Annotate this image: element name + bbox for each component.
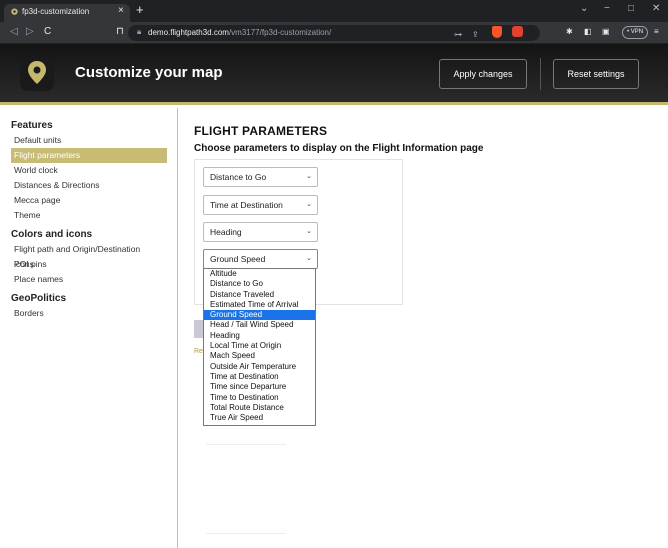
- sidebar-item-theme[interactable]: Theme: [0, 208, 156, 223]
- dropdown-option[interactable]: Time to Destination: [204, 393, 315, 403]
- sidebar: Features Default units Flight parameters…: [0, 108, 178, 548]
- dropdown-option-highlighted[interactable]: Ground Speed: [204, 310, 315, 321]
- back-icon[interactable]: ◁: [10, 26, 18, 37]
- select-value: Heading: [210, 227, 242, 237]
- map-pin-icon: [28, 61, 46, 84]
- sidebar-item-flight-path-icons[interactable]: Flight path and Origin/Destination icons: [0, 242, 156, 269]
- chevron-down-icon[interactable]: ⌄: [580, 3, 588, 14]
- forward-icon[interactable]: ▷: [26, 26, 34, 37]
- sidebar-item-place-names[interactable]: Place names: [0, 272, 156, 287]
- sidebar-item-borders[interactable]: Borders: [0, 306, 156, 321]
- parameter-select-2[interactable]: Time at Destination ⌄: [203, 195, 318, 215]
- sidebar-item-distances-directions[interactable]: Distances & Directions: [0, 178, 156, 193]
- divider: [206, 444, 286, 445]
- app-header: Customize your map Apply changes Reset s…: [0, 44, 668, 105]
- brave-shield-icon[interactable]: [492, 26, 502, 38]
- chevron-down-icon: ⌄: [306, 255, 312, 262]
- url-domain: demo.flightpath3d.com: [148, 28, 229, 37]
- header-divider: [540, 58, 541, 90]
- browser-tab[interactable]: fp3d-customization ×: [4, 4, 130, 22]
- dropdown-option[interactable]: Heading: [204, 331, 315, 341]
- sidebar-item-poi-pins[interactable]: POI pins: [0, 257, 156, 272]
- url-path: /vm3177/fp3d-customization/: [228, 28, 332, 37]
- tab-title: fp3d-customization: [22, 7, 90, 16]
- address-bar[interactable]: 🔒︎ demo.flightpath3d.com/vm3177/fp3d-cus…: [128, 25, 540, 41]
- sidebar-item-flight-parameters[interactable]: Flight parameters: [11, 148, 167, 163]
- lock-icon: 🔒︎: [137, 27, 142, 36]
- parameter-dropdown-list: Altitude Distance to Go Distance Travele…: [203, 268, 316, 426]
- browser-tab-bar: fp3d-customization × + ⌄ − □ ✕: [0, 0, 668, 22]
- dropdown-option[interactable]: Distance Traveled: [204, 290, 315, 300]
- reset-link-partial[interactable]: Re: [194, 348, 203, 355]
- sidebar-item-mecca-page[interactable]: Mecca page: [0, 193, 156, 208]
- reload-icon[interactable]: C: [44, 26, 51, 37]
- tab-close-icon[interactable]: ×: [118, 5, 124, 16]
- dropdown-option[interactable]: True Air Speed: [204, 413, 315, 423]
- page-title: FLIGHT PARAMETERS: [194, 124, 328, 138]
- parameter-select-4[interactable]: Ground Speed ⌄: [203, 249, 318, 269]
- dropdown-option[interactable]: Altitude: [204, 269, 315, 279]
- browser-toolbar: ◁ ▷ C ⊓ 🔒︎ demo.flightpath3d.com/vm3177/…: [0, 22, 668, 44]
- site-favicon-icon: [11, 8, 18, 15]
- sidebar-item-default-units[interactable]: Default units: [0, 133, 156, 148]
- page-subtitle: Choose parameters to display on the Flig…: [194, 143, 484, 154]
- sidebar-section-features: Features: [11, 120, 53, 131]
- url-text: demo.flightpath3d.com/vm3177/fp3d-custom…: [148, 28, 331, 37]
- sidebar-icon[interactable]: ◧: [584, 27, 592, 36]
- select-value: Distance to Go: [210, 172, 267, 182]
- vpn-button[interactable]: • VPN: [622, 26, 648, 39]
- wallet-icon[interactable]: ▣: [602, 27, 610, 36]
- parameter-select-1[interactable]: Distance to Go ⌄: [203, 167, 318, 187]
- sidebar-section-geopolitics: GeoPolitics: [11, 293, 67, 304]
- dropdown-option[interactable]: Local Time at Origin: [204, 341, 315, 351]
- dropdown-option[interactable]: Time since Departure: [204, 382, 315, 392]
- bookmark-icon[interactable]: ⊓: [116, 26, 124, 37]
- menu-icon[interactable]: ≡: [654, 27, 659, 36]
- extensions-icon[interactable]: ✱: [566, 27, 573, 36]
- minimize-icon[interactable]: −: [604, 3, 610, 14]
- chevron-down-icon: ⌄: [306, 228, 312, 235]
- app-title: Customize your map: [75, 64, 223, 81]
- select-value: Time at Destination: [210, 200, 283, 210]
- reset-settings-button[interactable]: Reset settings: [553, 59, 639, 89]
- select-value: Ground Speed: [210, 254, 266, 264]
- chevron-down-icon: ⌄: [306, 173, 312, 180]
- apply-changes-button[interactable]: Apply changes: [439, 59, 527, 89]
- dropdown-option[interactable]: Head / Tail Wind Speed: [204, 320, 315, 330]
- chevron-down-icon: ⌄: [306, 201, 312, 208]
- close-window-icon[interactable]: ✕: [652, 3, 660, 14]
- maximize-icon[interactable]: □: [628, 3, 634, 14]
- brave-rewards-icon[interactable]: [512, 26, 523, 37]
- dropdown-option[interactable]: Outside Air Temperature: [204, 362, 315, 372]
- sidebar-item-world-clock[interactable]: World clock: [0, 163, 156, 178]
- dropdown-option[interactable]: Estimated Time of Arrival: [204, 300, 315, 310]
- new-tab-button[interactable]: +: [136, 3, 144, 17]
- share-icon[interactable]: ⇪: [472, 30, 479, 39]
- divider: [206, 533, 286, 534]
- parameter-select-3[interactable]: Heading ⌄: [203, 222, 318, 242]
- dropdown-option[interactable]: Mach Speed: [204, 351, 315, 361]
- dropdown-option[interactable]: Total Route Distance: [204, 403, 315, 413]
- key-icon[interactable]: ⊶: [454, 30, 462, 39]
- dropdown-option[interactable]: Distance to Go: [204, 279, 315, 289]
- sidebar-section-colors: Colors and icons: [11, 229, 93, 240]
- dropdown-option[interactable]: Time at Destination: [204, 372, 315, 382]
